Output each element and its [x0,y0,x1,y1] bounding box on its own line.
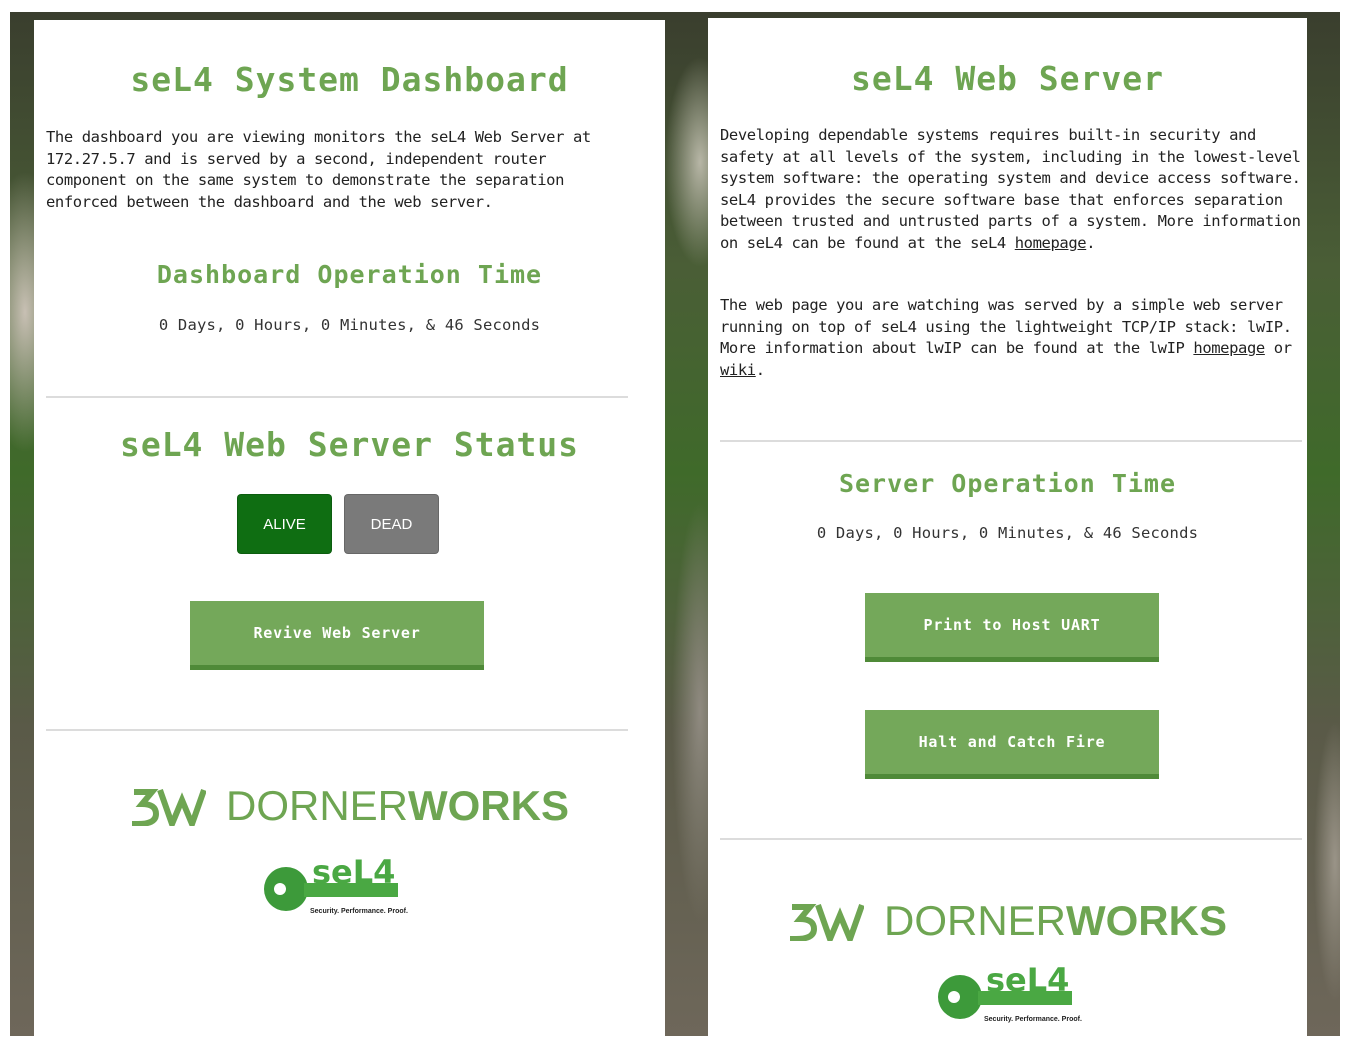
dashboard-operation-time-heading: Dashboard Operation Time [156,260,543,289]
lwip-wiki-link[interactable]: wiki [720,361,756,379]
lwip-paragraph: The web page you are watching was served… [720,295,1304,381]
sel4-logo: seL4 Security. Performance. Proof. [260,853,410,923]
alive-button[interactable]: ALIVE [237,494,332,554]
intro-text: Developing dependable systems requires b… [720,126,1301,252]
dashboard-title: seL4 System Dashboard [130,60,569,99]
server-operation-time-value: 0 Days, 0 Hours, 0 Minutes, & 46 Seconds [816,524,1199,542]
intro-end: . [1086,233,1096,252]
print-to-host-uart-button[interactable]: Print to Host UART [865,593,1159,662]
alive-label: ALIVE [263,515,306,533]
dead-label: DEAD [370,515,413,533]
server-operation-time-heading: Server Operation Time [838,469,1177,498]
divider [46,729,628,731]
sel4-tagline: Security. Performance. Proof. [984,1016,1082,1023]
dornerworks-prefix: DORNER [883,897,1066,944]
divider [720,838,1302,840]
dornerworks-prefix: DORNER [225,782,408,829]
sel4-homepage-link[interactable]: homepage [1015,234,1087,252]
dornerworks-bold: WORKS [1066,897,1227,944]
web-server-status-heading: seL4 Web Server Status [119,425,580,464]
dornerworks-bold: WORKS [408,782,569,829]
lwip-mid: or [1264,339,1292,358]
revive-web-server-button[interactable]: Revive Web Server [190,601,484,670]
dashboard-operation-time-value: 0 Days, 0 Hours, 0 Minutes, & 46 Seconds [158,316,541,334]
lwip-homepage-link[interactable]: homepage [1193,339,1265,357]
lwip-end: . [755,360,765,379]
dornerworks-mark-icon [789,904,864,941]
sel4-logo: seL4 Security. Performance. Proof. [934,961,1084,1031]
dornerworks-logo: DORNERWORKS [34,782,665,830]
web-server-title: seL4 Web Server [850,59,1164,98]
dashboard-panel: seL4 System Dashboard The dashboard you … [34,20,665,1036]
divider [46,396,628,398]
dornerworks-logo: DORNERWORKS [708,897,1307,945]
sel4-logo-text: seL4 [986,961,1069,999]
dornerworks-mark-icon [131,789,206,826]
dead-button[interactable]: DEAD [344,494,439,554]
divider [720,440,1302,442]
web-server-panel: seL4 Web Server Developing dependable sy… [708,18,1307,1036]
web-server-intro: Developing dependable systems requires b… [720,125,1304,255]
dashboard-intro: The dashboard you are viewing monitors t… [46,128,591,211]
sel4-logo-text: seL4 [312,853,395,891]
sel4-tagline: Security. Performance. Proof. [310,908,408,915]
halt-and-catch-fire-button[interactable]: Halt and Catch Fire [865,710,1159,779]
